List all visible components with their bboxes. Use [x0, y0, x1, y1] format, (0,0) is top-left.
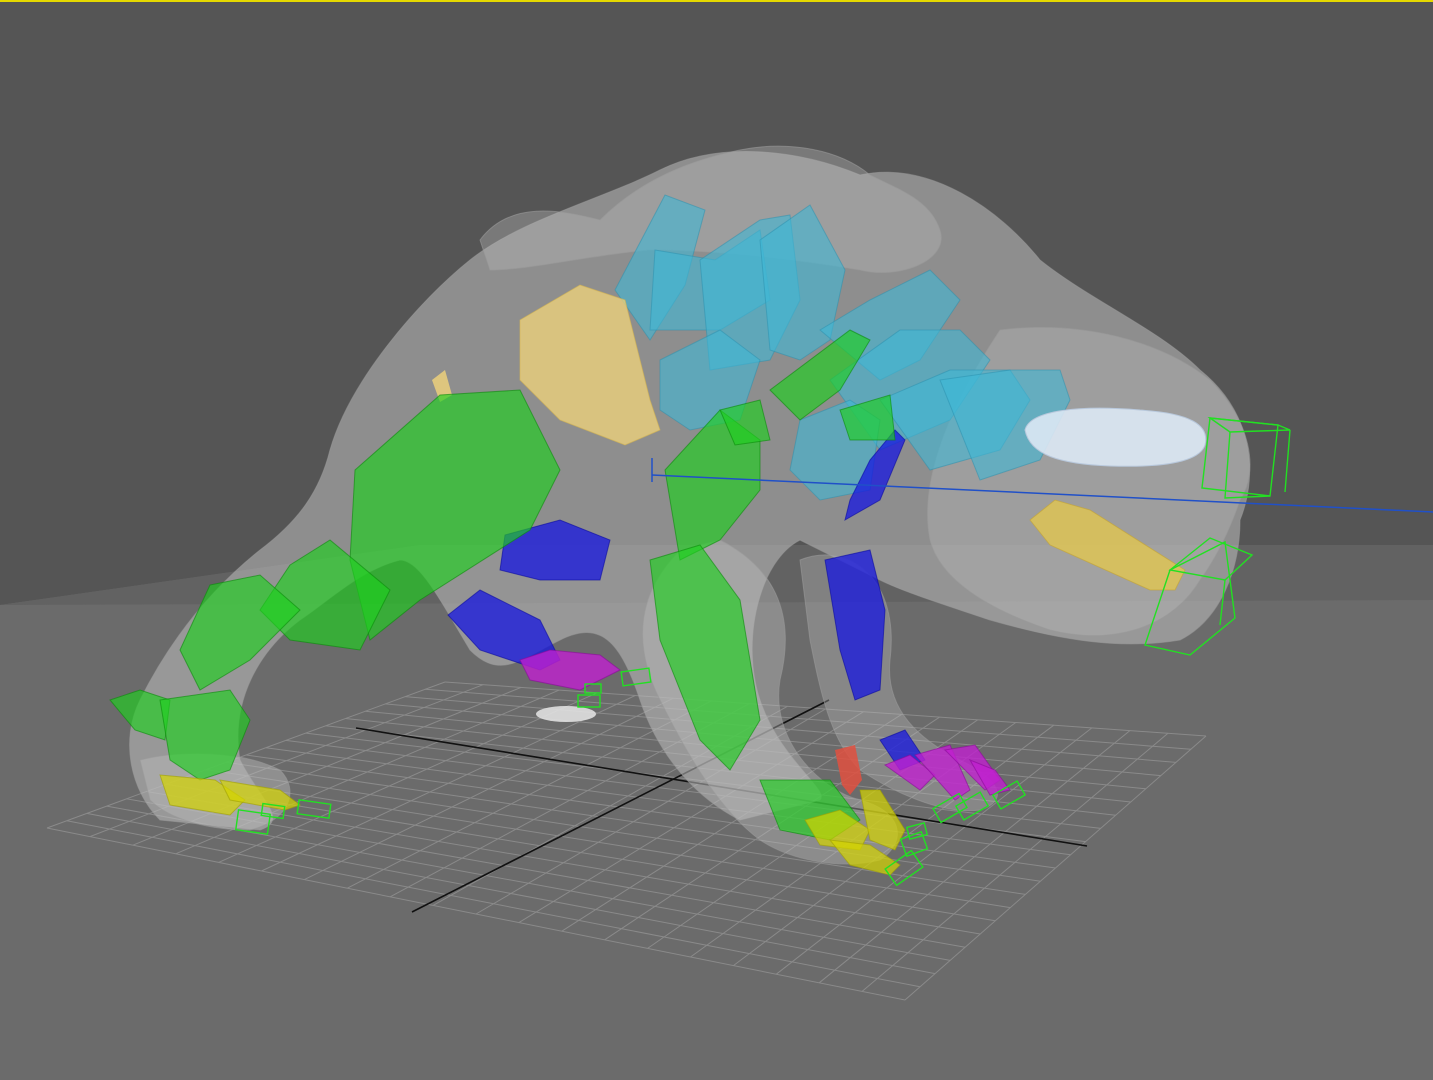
mesh-shadow-blob — [536, 706, 596, 722]
head-bone[interactable] — [1024, 407, 1207, 467]
scene-canvas[interactable] — [0, 0, 1433, 1080]
perspective-viewport[interactable] — [0, 0, 1433, 1080]
